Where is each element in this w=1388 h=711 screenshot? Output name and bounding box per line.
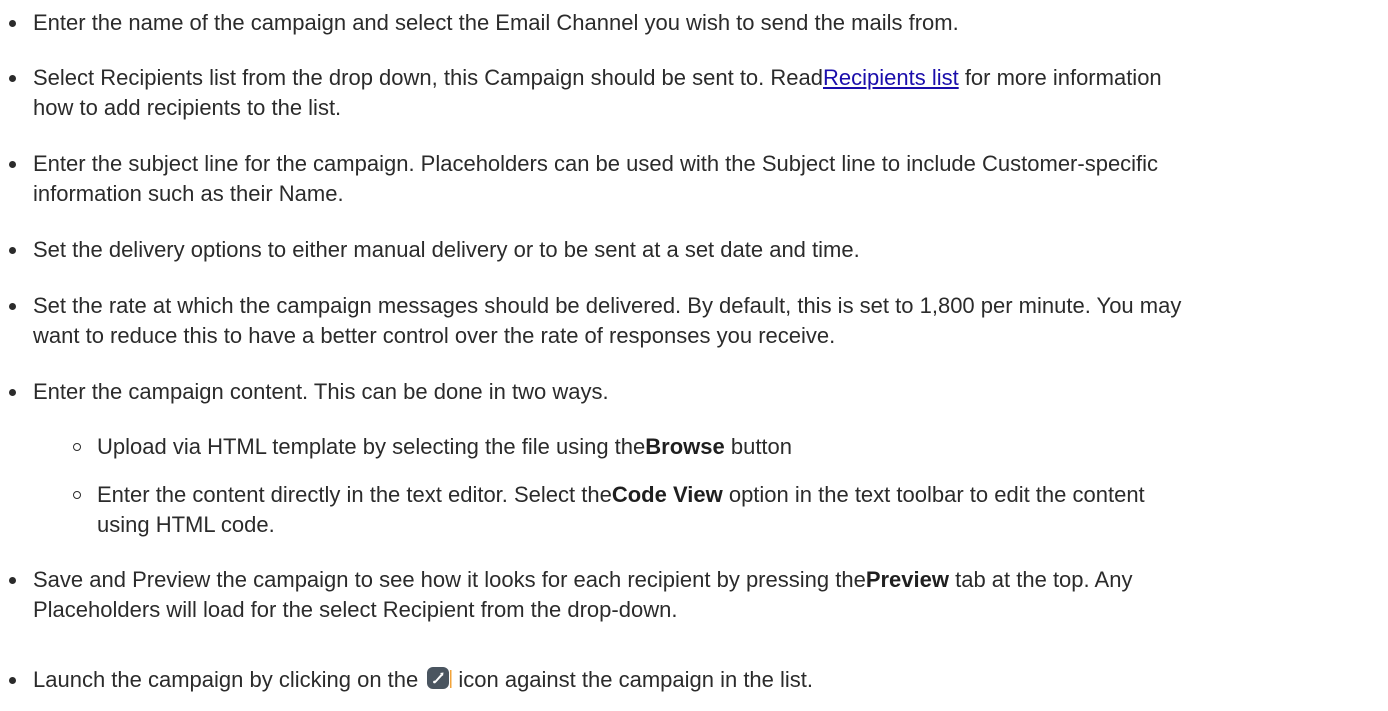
step-text: Enter the name of the campaign and selec… (33, 10, 959, 35)
rocket-launch-icon (426, 666, 452, 690)
step-text: Enter the content directly in the text e… (97, 482, 612, 507)
step-text: Enter the campaign content. This can be … (33, 379, 609, 404)
step-item: Launch the campaign by clicking on the i… (0, 665, 1388, 695)
step-item: Save and Preview the campaign to see how… (0, 565, 1388, 625)
step-text: for more information (958, 65, 1162, 90)
step-text: Upload via HTML template by selecting th… (97, 434, 646, 459)
step-item: Enter the name of the campaign and selec… (0, 8, 1388, 38)
step-text: information such as their Name. (33, 181, 344, 206)
sub-step-item: Enter the content directly in the text e… (0, 480, 1388, 540)
step-text: Placeholders will load for the select Re… (33, 597, 678, 622)
step-text: option in the text toolbar to edit the c… (722, 482, 1145, 507)
step-item: Enter the campaign content. This can be … (0, 377, 1388, 407)
sub-step-item: Upload via HTML template by selecting th… (0, 432, 1388, 462)
step-text: Launch the campaign by clicking on the (33, 667, 425, 692)
step-text: want to reduce this to have a better con… (33, 323, 836, 348)
browse-button-term: Browse (645, 434, 725, 459)
step-text: button (724, 434, 793, 459)
preview-tab-term: Preview (865, 567, 949, 592)
step-text: tab at the top. Any (948, 567, 1133, 592)
step-text: Enter the subject line for the campaign.… (33, 151, 1159, 176)
step-item: Set the rate at which the campaign messa… (0, 291, 1388, 351)
step-item: Enter the subject line for the campaign.… (0, 149, 1388, 209)
step-item: Set the delivery options to either manua… (0, 235, 1388, 265)
step-text: how to add recipients to the list. (33, 95, 342, 120)
step-text: using HTML code. (97, 512, 275, 537)
step-item: Select Recipients list from the drop dow… (0, 63, 1388, 123)
step-text: Set the delivery options to either manua… (33, 237, 860, 262)
step-text: icon against the campaign in the list. (458, 667, 814, 692)
step-text: Set the rate at which the campaign messa… (33, 293, 1182, 318)
instructions-page: Enter the name of the campaign and selec… (0, 0, 1388, 711)
code-view-term: Code View (611, 482, 723, 507)
step-text: Select Recipients list from the drop dow… (33, 65, 823, 90)
step-text: Save and Preview the campaign to see how… (33, 567, 866, 592)
recipients-list-link[interactable]: Recipients list (823, 65, 959, 90)
